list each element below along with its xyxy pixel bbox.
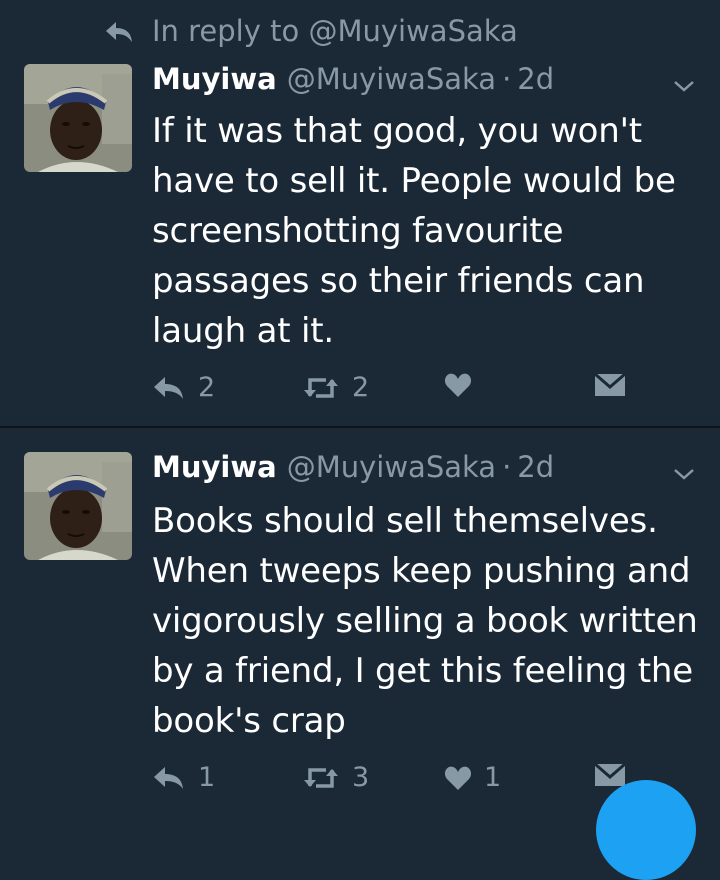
user-handle[interactable]: @MuyiwaSaka — [287, 62, 496, 96]
reply-context[interactable]: In reply to @MuyiwaSaka — [104, 14, 518, 48]
avatar[interactable] — [24, 452, 132, 560]
reply-button[interactable]: 2 — [152, 372, 215, 403]
timestamp[interactable]: 2d — [517, 62, 554, 96]
retweet-button[interactable]: 3 — [302, 762, 369, 793]
tweet-header: Muyiwa @MuyiwaSaka · 2d — [152, 450, 554, 484]
retweet-count: 2 — [352, 372, 370, 403]
tweet-text: If it was that good, you won't have to s… — [152, 111, 676, 351]
user-handle[interactable]: @MuyiwaSaka — [287, 450, 496, 484]
reply-icon — [154, 766, 183, 789]
retweet-button[interactable]: 2 — [302, 372, 369, 403]
tweet[interactable]: Muyiwa @MuyiwaSaka · 2d Books should sel… — [0, 428, 720, 798]
reply-button[interactable]: 1 — [152, 762, 215, 793]
display-name[interactable]: Muyiwa — [152, 62, 277, 96]
retweet-count: 3 — [352, 762, 370, 793]
tweet-actions: 2 2 — [152, 372, 632, 408]
separator: · — [502, 450, 512, 484]
display-name[interactable]: Muyiwa — [152, 450, 277, 484]
direct-message-button[interactable] — [594, 372, 638, 398]
reply-icon — [154, 376, 183, 399]
like-count: 1 — [484, 762, 502, 793]
reply-arrow-icon — [104, 18, 134, 44]
separator: · — [502, 62, 512, 96]
retweet-icon — [304, 377, 338, 398]
chevron-down-icon[interactable] — [672, 466, 696, 482]
retweet-icon — [304, 767, 338, 788]
reply-count: 1 — [198, 762, 216, 793]
compose-tweet-button[interactable] — [596, 780, 696, 880]
heart-icon — [444, 373, 472, 397]
heart-icon — [444, 766, 472, 790]
reply-count: 2 — [198, 372, 216, 403]
reply-context-text: In reply to @MuyiwaSaka — [152, 14, 518, 48]
avatar[interactable] — [24, 64, 132, 172]
tweet-actions: 1 3 1 — [152, 762, 632, 798]
envelope-icon — [594, 372, 626, 396]
envelope-icon — [594, 762, 626, 786]
like-button[interactable] — [444, 372, 484, 398]
chevron-down-icon[interactable] — [672, 78, 696, 94]
like-button[interactable]: 1 — [444, 762, 501, 793]
tweet[interactable]: Muyiwa @MuyiwaSaka · 2d If it was that g… — [0, 60, 720, 428]
tweet-text: Books should sell themselves. When tweep… — [152, 501, 698, 741]
timestamp[interactable]: 2d — [517, 450, 554, 484]
tweet-header: Muyiwa @MuyiwaSaka · 2d — [152, 62, 554, 96]
